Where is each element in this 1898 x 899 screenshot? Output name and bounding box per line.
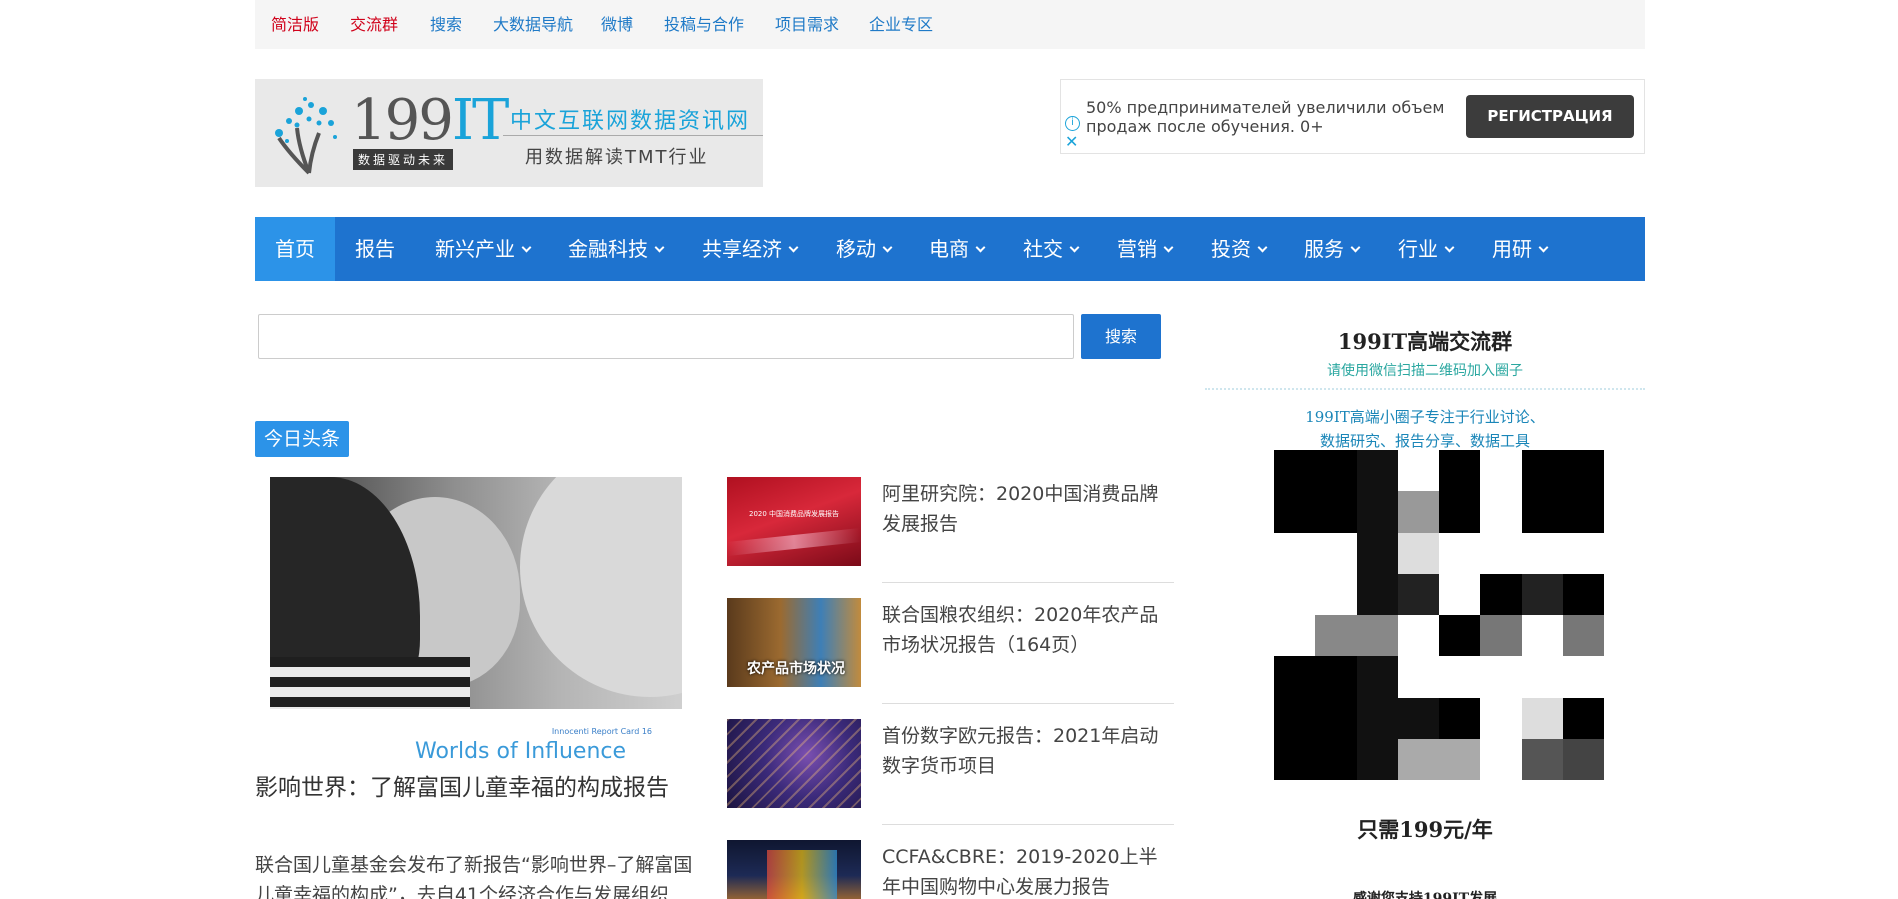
chevron-down-icon	[1444, 242, 1455, 253]
qr-code[interactable]	[1274, 450, 1604, 780]
ad-close-icon[interactable]: ✕	[1065, 134, 1078, 150]
ad-info-icon[interactable]: i	[1065, 116, 1080, 131]
top-links-bar: 简洁版 交流群 搜索 大数据导航 微博 投稿与合作 项目需求 企业专区	[255, 0, 1645, 49]
nav-item-fintech[interactable]: 金融科技	[568, 217, 665, 281]
link-enterprise[interactable]: 企业专区	[869, 11, 933, 35]
chevron-down-icon	[1069, 242, 1080, 253]
featured-title[interactable]: 影响世界：了解富国儿童幸福的构成报告	[255, 768, 669, 802]
nav-item-mobile[interactable]: 移动	[836, 217, 893, 281]
chevron-down-icon	[1163, 242, 1174, 253]
qr-card-subtitle: 请使用微信扫描二维码加入圈子	[1327, 363, 1523, 379]
news-title[interactable]: CCFA&CBRE：2019-2020上半年中国购物中心发展力报告	[882, 842, 1174, 899]
chevron-down-icon	[654, 242, 665, 253]
nav-item-ecommerce[interactable]: 电商	[929, 217, 986, 281]
divider	[1205, 388, 1645, 390]
logo-tagline-primary: 中文互联网数据资讯网	[510, 109, 751, 134]
nav-item-home[interactable]: 首页	[255, 217, 335, 281]
link-simple-version[interactable]: 简洁版	[271, 11, 319, 35]
ad-banner[interactable]: i ✕ 50% предпринимателей увеличили объем…	[1060, 79, 1645, 154]
featured-image-caption-strip: Innocenti Report Card 16 Worlds of Influ…	[270, 709, 682, 764]
nav-item-services[interactable]: 服务	[1304, 217, 1361, 281]
news-title[interactable]: 阿里研究院：2020中国消费品牌发展报告	[882, 479, 1174, 539]
news-thumbnail[interactable]: 2020 中国消费品牌发展报告	[727, 477, 861, 566]
chevron-down-icon	[882, 242, 893, 253]
qr-card-thanks: 感谢您支持199IT发展	[1352, 891, 1498, 899]
site-logo[interactable]: 199IT 数据驱动未来 中文互联网数据资讯网 用数据解读TMT行业	[255, 79, 763, 187]
qr-card-title: 199IT高端交流群	[1337, 329, 1513, 354]
news-thumbnail[interactable]	[727, 719, 861, 808]
featured-image-headline: Worlds of Influence	[415, 739, 627, 764]
community-qr-card: 199IT高端交流群 请使用微信扫描二维码加入圈子 199IT高端小圈子专注于行…	[1205, 318, 1645, 899]
link-search[interactable]: 搜索	[430, 11, 462, 35]
link-weibo[interactable]: 微博	[601, 11, 633, 35]
featured-image[interactable]	[270, 477, 682, 709]
chevron-down-icon	[1350, 242, 1361, 253]
logo-tagline-secondary: 用数据解读TMT行业	[525, 147, 709, 168]
divider	[882, 703, 1174, 704]
news-thumbnail[interactable]: 农产品市场状况	[727, 598, 861, 687]
chevron-down-icon	[788, 242, 799, 253]
nav-item-investment[interactable]: 投资	[1211, 217, 1268, 281]
logo-slogan: 数据驱动未来	[353, 149, 454, 170]
link-contribute[interactable]: 投稿与合作	[664, 11, 744, 35]
divider	[882, 824, 1174, 825]
chevron-down-icon	[1257, 242, 1268, 253]
chevron-down-icon	[975, 242, 986, 253]
ad-register-button[interactable]: РЕГИСТРАЦИЯ	[1466, 95, 1634, 138]
nav-item-social[interactable]: 社交	[1023, 217, 1080, 281]
section-badge-today: 今日头条	[255, 421, 349, 457]
logo-dandelion-icon	[275, 97, 337, 175]
main-nav: 首页 报告 新兴产业 金融科技 共享经济 移动 电商 社交 营销 投资 服务 行…	[255, 217, 1645, 281]
logo-divider	[503, 135, 763, 136]
featured-description: 联合国儿童基金会发布了新报告“影响世界–了解富国儿童幸福的构成”，去自41个经济…	[255, 854, 693, 899]
nav-item-industry[interactable]: 行业	[1398, 217, 1455, 281]
featured-image-caption: Innocenti Report Card 16	[551, 727, 652, 736]
news-title[interactable]: 联合国粮农组织：2020年农产品市场状况报告（164页）	[882, 600, 1174, 660]
qr-card-price: 只需199元/年	[1357, 817, 1493, 842]
qr-card-description: 199IT高端小圈子专注于行业讨论、	[1305, 408, 1545, 426]
qr-card-description-2: 数据研究、报告分享、数据工具	[1319, 432, 1530, 448]
link-bigdata-nav[interactable]: 大数据导航	[493, 11, 573, 35]
news-thumbnail[interactable]	[727, 840, 861, 899]
nav-item-marketing[interactable]: 营销	[1117, 217, 1174, 281]
search-button[interactable]: 搜索	[1081, 314, 1161, 359]
divider	[882, 582, 1174, 583]
news-title[interactable]: 首份数字欧元报告：2021年启动数字货币项目	[882, 721, 1174, 781]
nav-item-reports[interactable]: 报告	[355, 217, 395, 281]
nav-item-sharing[interactable]: 共享经济	[702, 217, 799, 281]
nav-item-emerging[interactable]: 新兴产业	[435, 217, 532, 281]
link-projects[interactable]: 项目需求	[775, 11, 839, 35]
chevron-down-icon	[1538, 242, 1549, 253]
search-input[interactable]	[258, 314, 1074, 359]
nav-item-user-research[interactable]: 用研	[1492, 217, 1549, 281]
logo-wordmark: 199IT	[351, 88, 509, 153]
ad-text[interactable]: 50% предпринимателей увеличили объем про…	[1086, 98, 1456, 136]
chevron-down-icon	[521, 242, 532, 253]
link-community[interactable]: 交流群	[350, 11, 398, 35]
